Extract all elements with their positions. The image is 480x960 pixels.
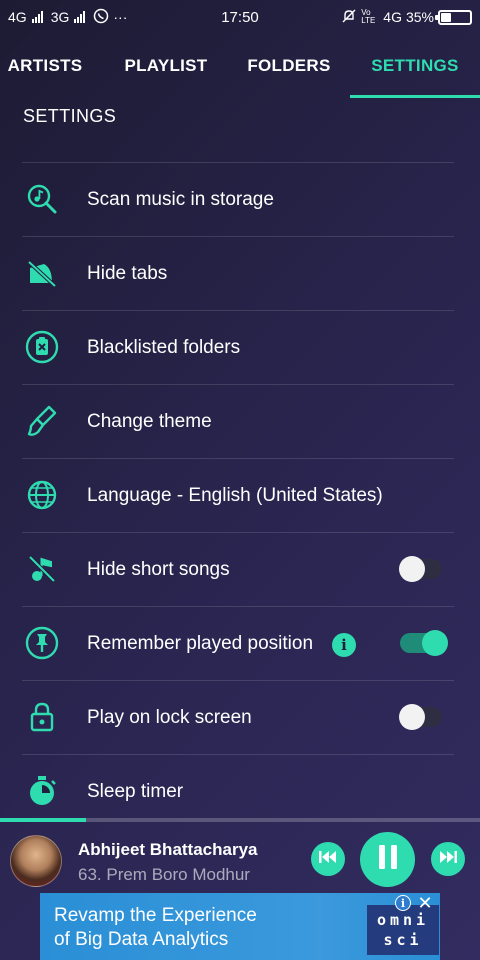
signal-icon <box>31 11 43 23</box>
toggle-knob <box>399 556 425 582</box>
music-search-icon <box>22 179 62 219</box>
tab-playlist[interactable]: PLAYLIST <box>115 34 217 98</box>
network-type-1: 4G <box>8 9 27 25</box>
music-off-icon <box>22 549 62 589</box>
ad-close-icon[interactable]: ✕ <box>415 893 435 913</box>
tab-bar: ARTISTS PLAYLIST FOLDERS SETTINGS <box>0 34 480 98</box>
album-art-avatar[interactable] <box>10 835 62 887</box>
toggle-knob <box>422 630 448 656</box>
tab-artists[interactable]: ARTISTS <box>0 34 90 98</box>
setting-label: Hide tabs <box>87 263 168 284</box>
remember-position-toggle[interactable] <box>400 630 448 656</box>
page-title: SETTINGS <box>23 106 117 126</box>
setting-change-theme[interactable]: Change theme <box>22 384 454 458</box>
setting-play-on-lock-screen[interactable]: Play on lock screen <box>22 680 454 754</box>
status-left: 4G 3G ··· <box>8 8 127 27</box>
lock-icon <box>22 697 62 737</box>
setting-blacklisted-folders[interactable]: Blacklisted folders <box>22 310 454 384</box>
mute-icon <box>341 8 357 27</box>
setting-hide-short-songs[interactable]: Hide short songs <box>22 532 454 606</box>
battery-percent: 35% <box>405 9 434 25</box>
pause-icon <box>377 845 399 874</box>
skip-next-icon <box>439 850 457 868</box>
status-bar: 4G 3G ··· 17:50 Vo LTE 4G 35% <box>0 0 480 34</box>
globe-icon <box>22 475 62 515</box>
pin-icon <box>22 623 62 663</box>
pause-button[interactable] <box>360 832 415 887</box>
timer-icon <box>22 771 62 811</box>
now-playing-artist: Abhijeet Bhattacharya <box>78 840 258 859</box>
network-type-2: 3G <box>50 9 70 25</box>
paint-brush-icon <box>22 401 62 441</box>
setting-scan-music[interactable]: Scan music in storage <box>22 162 454 236</box>
setting-label: Blacklisted folders <box>87 337 241 358</box>
now-playing-title: 63. Prem Boro Modhur <box>78 865 250 884</box>
ad-headline: Revamp the Experience of Big Data Analyt… <box>54 904 257 952</box>
tab-folders[interactable]: FOLDERS <box>240 34 338 98</box>
signal-icon-2 <box>74 11 86 23</box>
tab-settings[interactable]: SETTINGS <box>350 34 480 98</box>
ad-logo-line-1: omni <box>376 911 430 929</box>
network-type-3: 4G <box>383 9 402 25</box>
setting-label: Hide short songs <box>87 559 230 580</box>
setting-label: Remember played position <box>87 633 314 654</box>
toggle-knob <box>399 704 425 730</box>
ad-logo-line-2: sci <box>383 931 423 949</box>
more-notifications-icon: ··· <box>113 9 128 25</box>
info-icon[interactable]: i <box>332 633 356 657</box>
setting-label: Language - English (United States) <box>87 485 383 506</box>
tab-indicator <box>350 95 480 98</box>
setting-hide-tabs[interactable]: Hide tabs <box>22 236 454 310</box>
next-button[interactable] <box>431 842 465 876</box>
setting-label: Play on lock screen <box>87 707 252 728</box>
status-right: Vo LTE 4G 35% <box>341 8 472 27</box>
setting-label: Change theme <box>87 411 212 432</box>
mini-player[interactable]: Abhijeet Bhattacharya 63. Prem Boro Modh… <box>0 822 480 892</box>
hide-tabs-icon <box>22 253 62 293</box>
setting-sleep-timer[interactable]: Sleep timer <box>22 754 454 828</box>
previous-button[interactable] <box>311 842 345 876</box>
setting-language[interactable]: Language - English (United States) <box>22 458 454 532</box>
blacklist-icon <box>22 327 62 367</box>
volte-label: Vo LTE <box>361 8 376 25</box>
setting-remember-position[interactable]: Remember played position i <box>22 606 454 680</box>
ad-headline-line-2: of Big Data Analytics <box>54 929 229 950</box>
ad-info-icon[interactable]: i <box>395 895 411 911</box>
whatsapp-icon <box>93 8 109 27</box>
settings-list: Scan music in storage Hide tabs Blacklis… <box>22 162 454 828</box>
lock-screen-toggle[interactable] <box>399 704 442 730</box>
setting-label: Scan music in storage <box>87 189 274 210</box>
battery-icon <box>435 9 472 25</box>
ad-headline-line-1: Revamp the Experience <box>54 905 257 926</box>
hide-short-songs-toggle[interactable] <box>399 556 442 582</box>
skip-previous-icon <box>319 850 337 868</box>
ad-banner[interactable]: Revamp the Experience of Big Data Analyt… <box>40 893 440 960</box>
